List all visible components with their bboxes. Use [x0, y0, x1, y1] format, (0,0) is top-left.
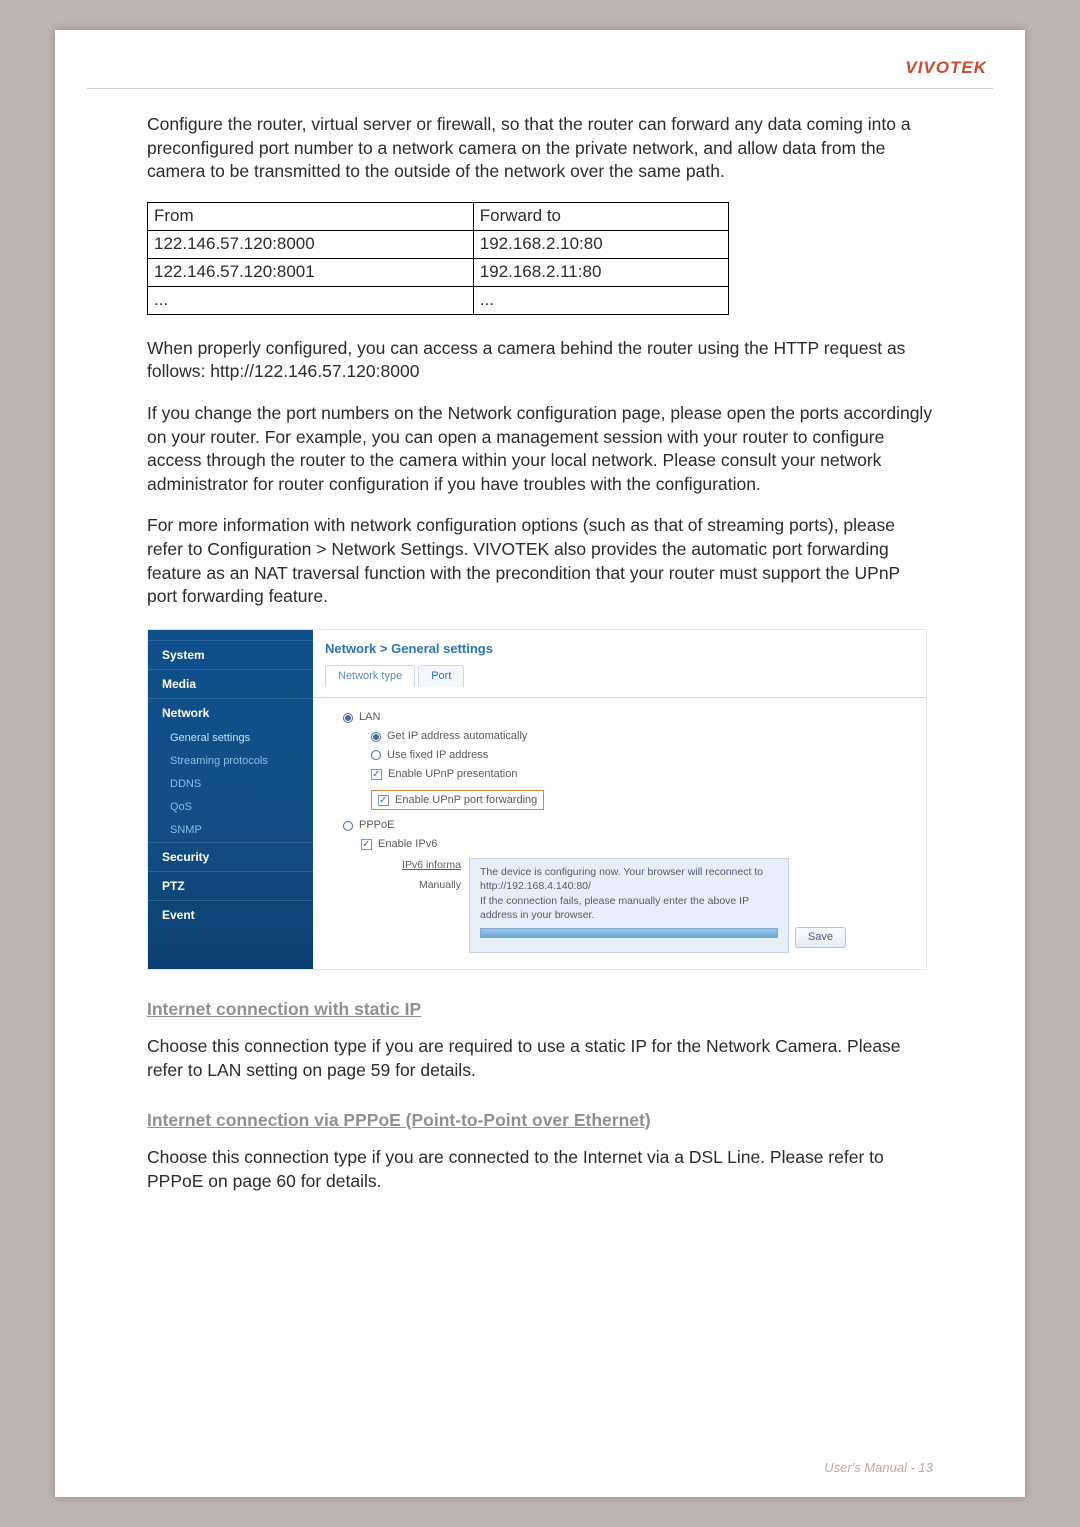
divider	[87, 88, 993, 89]
radio-icon	[371, 732, 381, 742]
page-content: Configure the router, virtual server or …	[55, 113, 1025, 1194]
tab-port[interactable]: Port	[418, 665, 464, 687]
heading-static-ip: Internet connection with static IP	[147, 998, 933, 1022]
radio-label: PPPoE	[359, 818, 394, 833]
checkbox-label: Enable UPnP port forwarding	[395, 793, 537, 808]
paragraph: When properly configured, you can access…	[147, 337, 933, 384]
table-row: ... ...	[148, 286, 729, 314]
paragraph: If you change the port numbers on the Ne…	[147, 402, 933, 497]
sidebar-sub-snmp[interactable]: SNMP	[148, 819, 313, 842]
tooltip-line: If the connection fails, please manually…	[480, 894, 778, 922]
save-button[interactable]: Save	[795, 927, 846, 948]
sidebar-sub-ddns[interactable]: DDNS	[148, 773, 313, 796]
sidebar-item-media[interactable]: Media	[148, 669, 313, 698]
radio-label: Get IP address automatically	[387, 729, 527, 744]
sidebar-item-system[interactable]: System	[148, 640, 313, 669]
radio-icon	[371, 750, 381, 760]
sidebar-sub-streaming[interactable]: Streaming protocols	[148, 750, 313, 773]
checkbox-icon	[361, 839, 372, 850]
sidebar-item-ptz[interactable]: PTZ	[148, 871, 313, 900]
checkbox-label: Enable IPv6	[378, 837, 437, 852]
radio-lan[interactable]: LAN	[343, 710, 910, 725]
radio-fixed-ip[interactable]: Use fixed IP address	[371, 748, 910, 763]
ipv6-left-labels: IPv6 informa Manually	[371, 858, 461, 892]
checkbox-manually[interactable]: Manually	[371, 878, 461, 892]
col-from: From	[148, 202, 474, 230]
paragraph: For more information with network config…	[147, 514, 933, 609]
forwarding-table: From Forward to 122.146.57.120:8000 192.…	[147, 202, 729, 315]
breadcrumb: Network > General settings	[313, 634, 926, 666]
progress-bar	[480, 928, 778, 938]
settings-screenshot: System Media Network General settings St…	[147, 629, 927, 970]
ipv6-info-link[interactable]: IPv6 informa	[371, 858, 461, 872]
radio-icon	[343, 713, 353, 723]
radio-label: Use fixed IP address	[387, 748, 488, 763]
sidebar-item-network[interactable]: Network	[148, 698, 313, 727]
brand-bar: VIVOTEK	[55, 30, 1025, 88]
checkbox-icon	[378, 795, 389, 806]
checkbox-upnp-presentation[interactable]: Enable UPnP presentation	[371, 767, 910, 782]
col-forward-to: Forward to	[473, 202, 728, 230]
checkbox-icon	[371, 769, 382, 780]
radio-icon	[343, 821, 353, 831]
tooltip-wrap: The device is configuring now. Your brow…	[469, 858, 789, 953]
checkbox-label: Enable UPnP presentation	[388, 767, 517, 782]
table-row: 122.146.57.120:8000 192.168.2.10:80	[148, 230, 729, 258]
tabs: Network type Port	[325, 665, 914, 687]
paragraph: Choose this connection type if you are c…	[147, 1146, 933, 1193]
tooltip-line: The device is configuring now. Your brow…	[480, 865, 778, 893]
radio-auto-ip[interactable]: Get IP address automatically	[371, 729, 910, 744]
radio-pppoe[interactable]: PPPoE	[343, 818, 910, 833]
intro-paragraph: Configure the router, virtual server or …	[147, 113, 933, 184]
sidebar-sub-general[interactable]: General settings	[148, 727, 313, 750]
checkbox-upnp-forwarding[interactable]: Enable UPnP port forwarding	[371, 790, 544, 811]
paragraph: Choose this connection type if you are r…	[147, 1035, 933, 1082]
manual-page: VIVOTEK Configure the router, virtual se…	[55, 30, 1025, 1497]
radio-label: LAN	[359, 710, 380, 725]
table-row: 122.146.57.120:8001 192.168.2.11:80	[148, 258, 729, 286]
status-tooltip: The device is configuring now. Your brow…	[469, 858, 789, 953]
checkbox-label: Manually	[419, 878, 461, 892]
settings-sidebar: System Media Network General settings St…	[148, 630, 313, 969]
sidebar-sub-qos[interactable]: QoS	[148, 796, 313, 819]
ipv6-config-row: IPv6 informa Manually The device is conf…	[371, 858, 910, 953]
sidebar-item-security[interactable]: Security	[148, 842, 313, 871]
settings-panel: LAN Get IP address automatically Use fix…	[313, 697, 926, 959]
checkbox-enable-ipv6[interactable]: Enable IPv6	[361, 837, 910, 852]
settings-main: Network > General settings Network type …	[313, 630, 926, 969]
heading-pppoe: Internet connection via PPPoE (Point-to-…	[147, 1109, 933, 1133]
brand-logo: VIVOTEK	[905, 58, 987, 77]
page-footer: User's Manual - 13	[824, 1460, 933, 1475]
table-row: From Forward to	[148, 202, 729, 230]
tab-network-type[interactable]: Network type	[325, 665, 415, 687]
sidebar-item-event[interactable]: Event	[148, 900, 313, 929]
